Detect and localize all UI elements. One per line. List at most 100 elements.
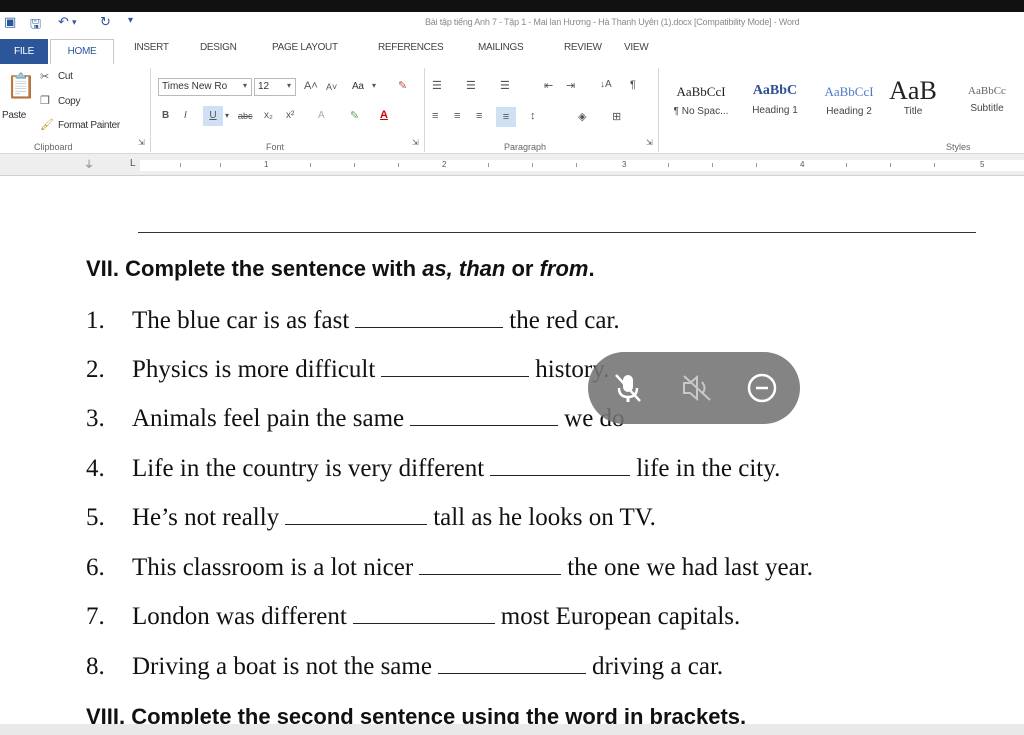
superscript-icon[interactable]: x² [286, 110, 294, 121]
exercise-item: 8. Driving a boat is not the same driving … [86, 652, 723, 681]
undo-icon[interactable]: ↶ [58, 15, 69, 30]
strikethrough-icon[interactable]: abc [238, 111, 253, 121]
undo-dropdown-icon[interactable]: ▾ [72, 18, 77, 28]
ruler-tick [576, 163, 577, 167]
style-name: Subtitle [970, 103, 1004, 114]
tab-insert[interactable]: INSERT [134, 42, 169, 53]
justify-icon[interactable]: ≡ [496, 107, 516, 127]
font-name-dropdown-icon[interactable]: ▾ [243, 81, 247, 90]
tab-page-layout[interactable]: PAGE LAYOUT [272, 42, 338, 53]
redo-icon[interactable]: ↻ [100, 15, 111, 30]
speaker-off-icon[interactable] [680, 370, 714, 406]
text-highlight-icon[interactable]: ✎ [350, 109, 359, 122]
text-effects-icon[interactable]: A [318, 110, 325, 121]
font-size-dropdown-icon[interactable]: ▾ [287, 81, 291, 90]
answer-blank[interactable] [352, 602, 495, 624]
font-launcher-icon[interactable]: ⇲ [412, 138, 419, 147]
ruler-number: 5 [980, 160, 985, 169]
change-case-button[interactable]: Aa [352, 81, 364, 92]
tab-view[interactable]: VIEW [624, 42, 649, 53]
tab-mailings[interactable]: MAILINGS [478, 42, 524, 53]
show-formatting-icon[interactable]: ¶ [630, 79, 636, 91]
answer-blank[interactable] [490, 454, 631, 476]
customize-quick-access-icon[interactable]: ▾ [128, 15, 133, 26]
underline-dropdown-icon[interactable]: ▾ [225, 111, 229, 120]
style-no-spacing[interactable]: AaBbCcI ¶ No Spac... [664, 78, 738, 134]
tab-home[interactable]: HOME [50, 39, 114, 64]
bold-icon[interactable]: B [162, 110, 169, 121]
shrink-font-icon[interactable]: A˅ [326, 82, 337, 92]
underline-icon[interactable]: U [203, 106, 223, 126]
align-right-icon[interactable]: ≡ [476, 110, 482, 122]
word-app-icon[interactable]: ▣ [4, 15, 16, 30]
font-name-box[interactable]: Times New Ro [158, 78, 252, 96]
answer-blank[interactable] [285, 503, 428, 525]
tab-file[interactable]: FILE [0, 39, 48, 64]
paragraph-launcher-icon[interactable]: ⇲ [646, 138, 653, 147]
save-icon[interactable]: 🖫 [30, 15, 41, 37]
multilevel-list-icon[interactable]: ☰ [500, 79, 510, 92]
sort-icon[interactable]: ↓A [600, 79, 612, 90]
ruler-tick [890, 163, 891, 167]
italic-icon[interactable]: I [184, 110, 187, 121]
tab-references[interactable]: REFERENCES [378, 42, 444, 53]
format-painter-icon[interactable]: 🖌 [40, 118, 54, 131]
line-spacing-icon[interactable]: ↕ [530, 110, 536, 122]
item-number: 3. [86, 405, 105, 432]
borders-icon[interactable]: ⊞ [612, 110, 621, 123]
tab-design[interactable]: DESIGN [200, 42, 237, 53]
font-color-icon[interactable]: A [380, 109, 388, 121]
paste-label[interactable]: Paste [2, 110, 26, 121]
increase-indent-icon[interactable]: ⇥ [566, 79, 575, 92]
answer-blank[interactable] [355, 306, 504, 328]
document-page[interactable]: VII. Complete the sentence with as, than… [0, 176, 1024, 735]
ruler-text-area [140, 160, 1024, 171]
item-text: Physics is more difficult [132, 356, 376, 383]
shading-icon[interactable]: ◈ [578, 110, 586, 123]
subscript-icon[interactable]: x₂ [264, 110, 273, 121]
grow-font-icon[interactable]: A˄ [304, 80, 318, 92]
cut-button[interactable]: Cut [58, 71, 73, 82]
item-text: This classroom is a lot nicer [132, 554, 414, 581]
bullets-icon[interactable]: ☰ [432, 79, 442, 92]
answer-blank[interactable] [410, 404, 559, 426]
decrease-indent-icon[interactable]: ⇤ [544, 79, 553, 92]
clipboard-launcher-icon[interactable]: ⇲ [138, 138, 145, 147]
clear-formatting-icon[interactable]: ✎ [398, 79, 407, 92]
item-text: Life in the country is very different [132, 455, 485, 482]
heading-text: or [505, 256, 540, 281]
mic-off-icon[interactable] [610, 370, 646, 406]
tab-review[interactable]: REVIEW [564, 42, 602, 53]
end-call-icon[interactable] [746, 372, 778, 404]
copy-icon[interactable]: ❐ [40, 94, 50, 107]
answer-blank[interactable] [437, 652, 586, 674]
answer-blank[interactable] [419, 553, 562, 575]
ruler-number: 2 [442, 160, 447, 169]
align-center-icon[interactable]: ≡ [454, 110, 460, 122]
ruler-number: 4 [800, 160, 805, 169]
ruler-number: 1 [264, 160, 269, 169]
item-number: 7. [86, 603, 105, 630]
horizontal-ruler[interactable]: ⏚ L 1 2 3 4 5 [0, 154, 1024, 176]
style-heading-1[interactable]: AaBbC Heading 1 [738, 78, 812, 134]
indent-marker-icon[interactable]: ⏚ [84, 156, 94, 171]
change-case-dropdown-icon[interactable]: ▾ [372, 81, 376, 90]
answer-blank[interactable] [381, 355, 530, 377]
style-preview: AaBbC [752, 83, 798, 98]
numbering-icon[interactable]: ☰ [466, 79, 476, 92]
exercise-item: 3. Animals feel pain the same we do [86, 404, 625, 433]
font-group-label: Font [266, 142, 285, 152]
cut-icon[interactable]: ✂ [40, 70, 49, 83]
tab-stop-icon[interactable]: L [130, 158, 136, 169]
paste-icon[interactable]: 📋 [6, 72, 36, 101]
style-preview: AaBbCc [968, 85, 1006, 97]
align-left-icon[interactable]: ≡ [432, 110, 438, 122]
item-number: 4. [86, 455, 105, 482]
style-heading-2[interactable]: AaBbCcI Heading 2 [812, 78, 886, 134]
style-title[interactable]: AaB Title [882, 78, 944, 134]
window-top-bar [0, 0, 1024, 12]
copy-button[interactable]: Copy [58, 96, 80, 107]
style-subtitle[interactable]: AaBbCc Subtitle [950, 78, 1024, 134]
format-painter-button[interactable]: Format Painter [58, 120, 120, 131]
style-preview: AaB [889, 76, 937, 105]
